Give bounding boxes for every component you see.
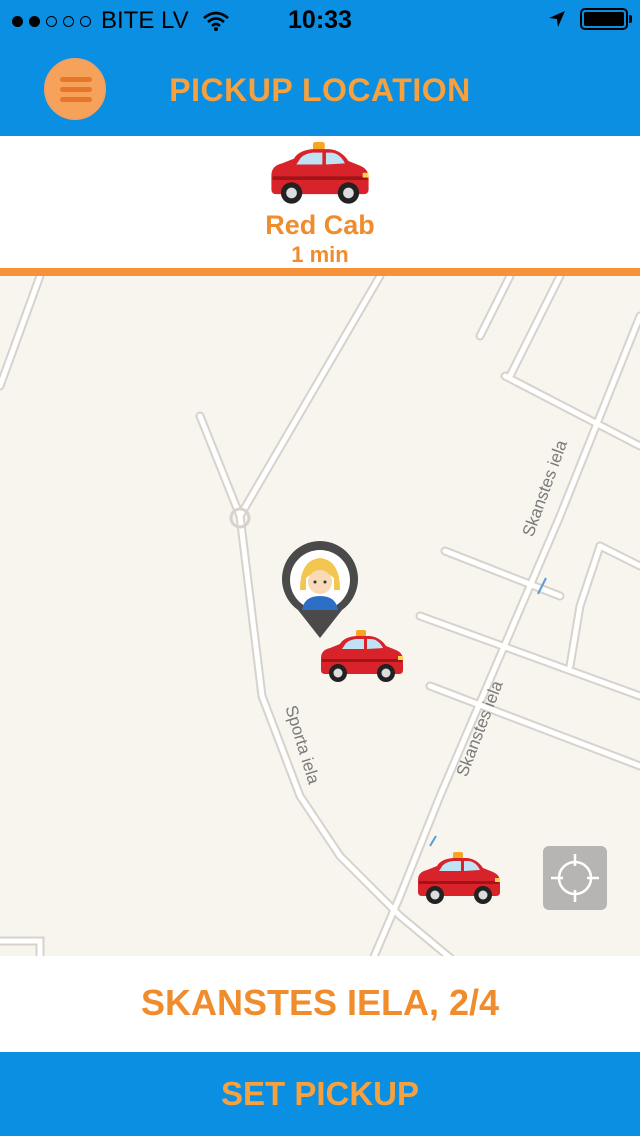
clock: 10:33 (288, 6, 352, 34)
cab-option-red-cab[interactable]: Red Cab 1 min (250, 138, 390, 267)
taxi-marker[interactable] (320, 630, 404, 684)
location-arrow-icon (549, 11, 565, 27)
address-bar: SKANSTES IELA, 2/4 (0, 956, 640, 1052)
set-pickup-button[interactable]: SET PICKUP (0, 1052, 640, 1136)
taxi-marker[interactable] (417, 852, 501, 906)
red-taxi-icon (271, 142, 369, 204)
status-right (548, 8, 632, 30)
cab-name: Red Cab (265, 210, 375, 240)
battery-icon (580, 8, 632, 30)
selector-divider (0, 268, 640, 276)
crosshair-locate-icon (551, 854, 599, 902)
pickup-address: SKANSTES IELA, 2/4 (140, 982, 500, 1023)
user-location-pin-icon (282, 541, 358, 638)
top-bar: BITE LV 10:33 PICKUP LOCATION (0, 0, 640, 136)
page-title: PICKUP LOCATION (169, 72, 471, 108)
cab-eta: 1 min (291, 242, 349, 267)
map-view[interactable]: Skanstes iela Skanstes iela Sporta iela (0, 276, 640, 956)
locate-me-button[interactable] (543, 846, 607, 910)
status-bar: BITE LV 10:33 (0, 0, 640, 40)
cab-selector: Red Cab 1 min (0, 136, 640, 268)
